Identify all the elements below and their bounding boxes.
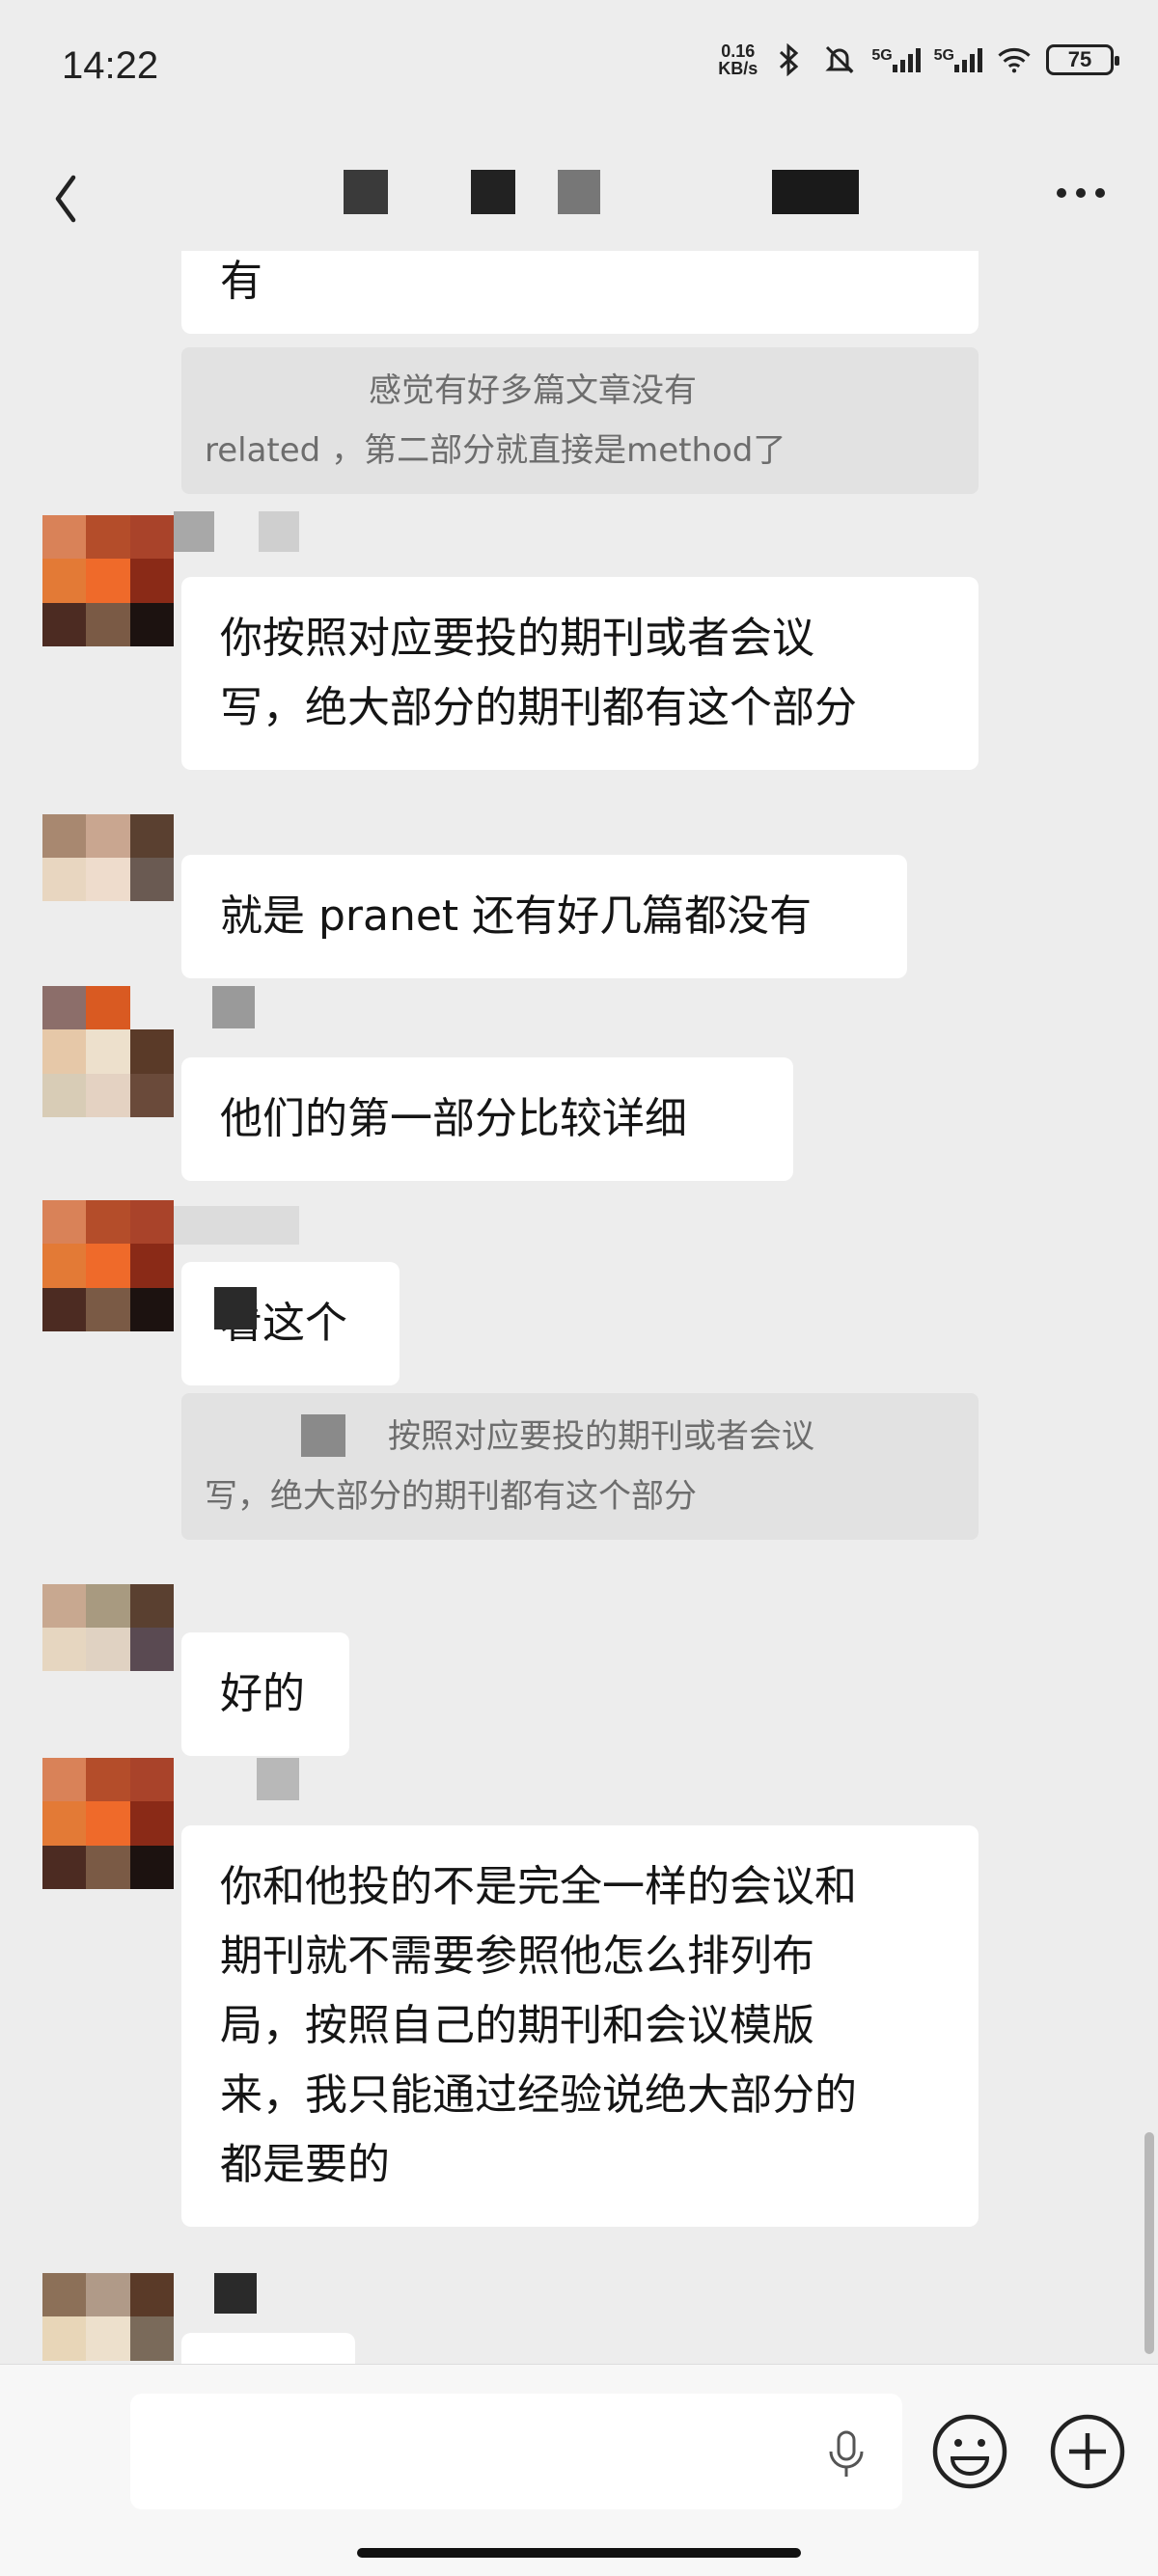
network-speed-unit: KB/s: [718, 59, 758, 78]
message-text-line: 你和他投的不是完全一样的会议和: [220, 1862, 857, 1911]
scrollbar[interactable]: [1144, 2132, 1154, 2354]
redaction-block: [214, 1287, 257, 1329]
message-text-line: 你按照对应要投的期刊或者会议: [220, 614, 814, 663]
message-bubble[interactable]: [181, 2333, 355, 2364]
message-bubble[interactable]: 有: [181, 251, 979, 334]
signal-bars-icon: [954, 47, 982, 72]
quoted-message[interactable]: 感觉有好多篇文章没有 related ，第二部分就直接是method了: [181, 347, 979, 494]
message-text: 有: [220, 257, 262, 306]
avatar[interactable]: [42, 2273, 174, 2364]
bluetooth-icon: [771, 43, 808, 76]
message-text-line: 都是要的: [220, 2140, 390, 2189]
message-bubble[interactable]: 你按照对应要投的期刊或者会议 写，绝大部分的期刊都有这个部分: [181, 577, 979, 770]
more-options-button[interactable]: [1042, 164, 1119, 222]
message-bubble[interactable]: 好的: [181, 1632, 349, 1756]
status-icons: 0.16 KB/s 5G 5G 75: [718, 42, 1119, 77]
plus-circle-icon: [1050, 2414, 1125, 2489]
message-bubble[interactable]: 他们的第一部分比较详细: [181, 1057, 793, 1181]
avatar[interactable]: [42, 1758, 174, 1889]
message-bubble[interactable]: 你和他投的不是完全一样的会议和 期刊就不需要参照他怎么排列布 局，按照自己的期刊…: [181, 1825, 979, 2227]
back-button[interactable]: [39, 154, 96, 232]
signal-bars-icon: [892, 47, 921, 72]
more-dots-icon: [1057, 188, 1105, 198]
bell-muted-icon: [821, 43, 858, 76]
status-bar: 14:22 0.16 KB/s 5G 5G 75: [0, 0, 1158, 135]
avatar[interactable]: [42, 1200, 174, 1331]
input-bar: [0, 2364, 1158, 2576]
signal-1: 5G: [871, 47, 921, 72]
avatar[interactable]: [42, 1584, 174, 1671]
network-speed-value: 0.16: [721, 41, 756, 61]
redaction-block: [301, 1414, 345, 1457]
microphone-icon[interactable]: [819, 2425, 873, 2482]
battery-indicator: 75: [1046, 44, 1119, 75]
emoji-icon: [932, 2414, 1007, 2489]
chat-message-list[interactable]: 有 感觉有好多篇文章没有 related ，第二部分就直接是method了 你按…: [0, 251, 1158, 2364]
avatar[interactable]: [42, 986, 174, 1117]
home-indicator[interactable]: [357, 2548, 801, 2558]
message-text-line: 写，绝大部分的期刊都有这个部分: [220, 683, 857, 732]
chat-header: [0, 135, 1158, 251]
signal-label: 5G: [871, 47, 893, 64]
message-text-line: 期刊就不需要参照他怎么排列布: [220, 1932, 814, 1981]
chevron-left-icon: [55, 175, 76, 223]
message-input[interactable]: [130, 2394, 902, 2509]
wifi-icon: [996, 43, 1033, 76]
signal-2: 5G: [934, 47, 982, 72]
message-text: 他们的第一部分比较详细: [220, 1094, 687, 1143]
message-text: 就是 pranet 还有好几篇都没有: [220, 891, 813, 941]
avatar[interactable]: [42, 814, 174, 901]
quote-text-line: 感觉有好多篇文章没有: [369, 371, 697, 410]
message-text-line: 局，按照自己的期刊和会议模版: [220, 2001, 814, 2050]
status-time: 14:22: [62, 44, 159, 87]
quote-text-line: related ，第二部分就直接是method了: [205, 431, 786, 470]
message-bubble[interactable]: 就是 pranet 还有好几篇都没有: [181, 855, 907, 978]
signal-label: 5G: [933, 47, 954, 64]
more-actions-button[interactable]: [1044, 2408, 1131, 2495]
message-text: 好的: [220, 1669, 305, 1718]
avatar[interactable]: [42, 515, 174, 646]
message-text-line: 来，我只能通过经验说绝大部分的: [220, 2070, 857, 2120]
network-speed: 0.16 KB/s: [718, 42, 758, 77]
emoji-button[interactable]: [926, 2408, 1013, 2495]
quote-text-line: 写，绝大部分的期刊都有这个部分: [205, 1477, 697, 1516]
